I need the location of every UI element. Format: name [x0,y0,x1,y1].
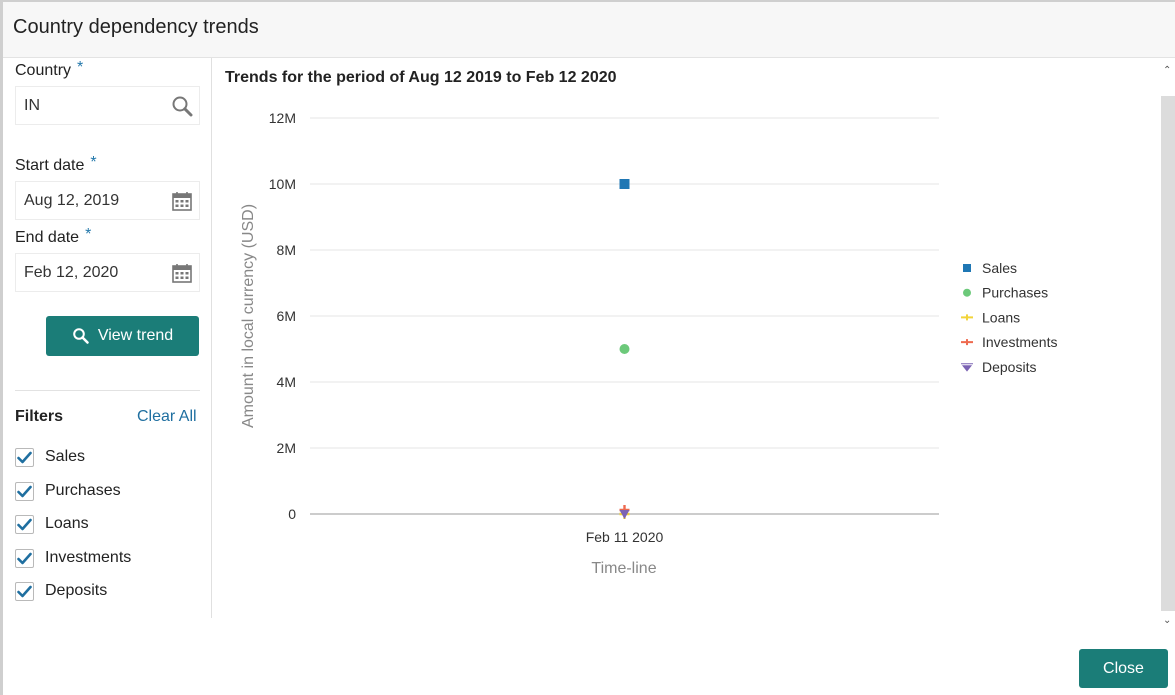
scroll-down-icon[interactable]: ⌄ [1163,616,1173,626]
calendar-icon[interactable] [171,262,193,284]
filter-item[interactable]: Purchases [15,480,121,502]
filter-label: Deposits [45,582,108,599]
filter-label: Sales [45,448,86,465]
filter-item[interactable]: Sales [15,446,85,468]
filter-checkbox[interactable] [15,447,34,467]
search-icon [73,328,89,344]
start-date-value: Aug 12, 2019 [24,192,120,209]
divider [15,390,200,391]
legend-marker [961,339,973,346]
scroll-thumb[interactable] [1161,96,1175,611]
y-tick-label: 12M [269,110,296,126]
vertical-scrollbar[interactable]: ⌃ ⌄ [1161,58,1175,634]
filter-checkbox[interactable] [15,548,34,568]
scroll-up-icon[interactable]: ⌃ [1163,66,1173,76]
checkmark-icon [17,585,32,597]
checkmark-icon [17,552,32,564]
checkmark-icon [17,451,32,463]
y-axis-title: Amount in local currency (USD) [240,204,257,428]
data-point-purchases [619,344,630,354]
legend-label: Investments [982,334,1057,350]
close-button[interactable]: Close [1079,649,1168,688]
legend-marker [961,314,973,321]
filter-checkbox[interactable] [15,581,34,601]
checkmark-icon [17,485,32,497]
y-tick-label: 8M [277,242,296,258]
y-tick-label: 4M [277,374,296,390]
legend-marker [961,363,973,372]
clear-all-link[interactable]: Clear All [137,408,197,426]
view-trend-label: View trend [97,327,174,344]
legend-marker [963,288,971,297]
end-date-field[interactable]: Feb 12, 2020 [15,253,200,292]
filter-label: Loans [45,515,89,532]
x-tick-label: Feb 11 2020 [586,529,664,545]
country-value: IN [24,97,40,114]
search-icon[interactable] [171,95,193,117]
end-date-value: Feb 12, 2020 [24,264,119,281]
chart-area: Trends for the period of Aug 12 2019 to … [213,58,1163,618]
legend-label: Sales [982,260,1017,276]
filter-item[interactable]: Loans [15,513,89,535]
legend-label: Purchases [982,285,1048,301]
dialog-header: Country dependency trends [3,2,1175,58]
end-date-label-text: End date [15,229,80,246]
y-tick-label: 0 [288,506,296,522]
start-date-label-text: Start date [15,157,85,174]
filter-label: Purchases [45,482,121,499]
required-mark: * [90,154,97,171]
legend-label: Loans [982,309,1020,325]
filter-checkbox[interactable] [15,514,34,534]
dialog-title: Country dependency trends [13,16,259,38]
legend-marker [963,264,971,272]
legend-label: Deposits [982,359,1036,375]
y-tick-label: 6M [277,308,296,324]
required-mark: * [85,226,92,243]
calendar-icon[interactable] [171,190,193,212]
filter-item[interactable]: Deposits [15,580,107,602]
view-trend-button[interactable]: View trend [46,316,199,356]
criteria-panel: Country * IN Start date * Aug 12, 2019 End… [3,58,212,618]
filter-item[interactable]: Investments [15,547,131,569]
start-date-field[interactable]: Aug 12, 2019 [15,181,200,220]
required-mark: * [77,59,84,76]
country-field[interactable]: IN [15,86,200,125]
country-label-text: Country [15,62,72,79]
data-point-sales [619,179,630,189]
filters-title: Filters [15,408,64,425]
filter-label: Investments [45,549,132,566]
y-tick-label: 10M [269,176,296,192]
end-date-label: End date * [15,226,92,247]
start-date-label: Start date * [15,154,97,175]
y-tick-label: 2M [277,440,296,456]
filter-checkbox[interactable] [15,481,34,501]
x-axis-title: Time-line [591,560,656,577]
country-label: Country * [15,59,84,80]
trend-chart: 0 2M 4M 6M 8M 10M 12M Feb 11 2020 Time-line Amoun… [240,110,1057,577]
checkmark-icon [17,518,32,530]
